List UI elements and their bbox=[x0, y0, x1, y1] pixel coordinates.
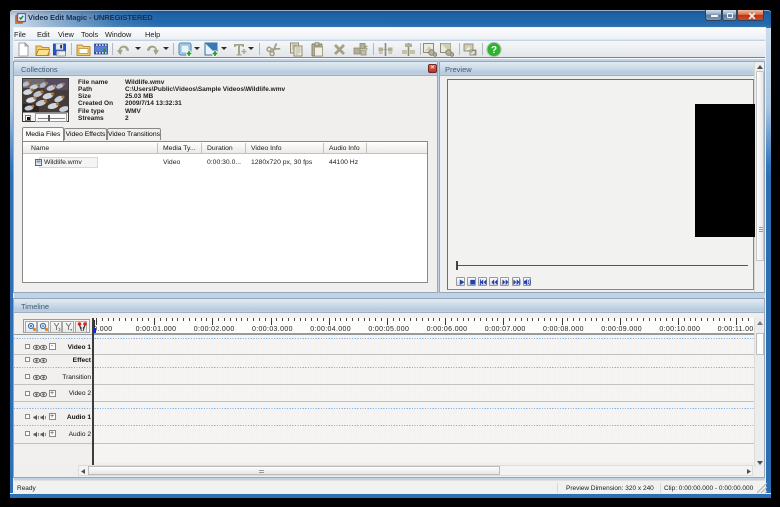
svg-text:?: ? bbox=[491, 44, 497, 55]
